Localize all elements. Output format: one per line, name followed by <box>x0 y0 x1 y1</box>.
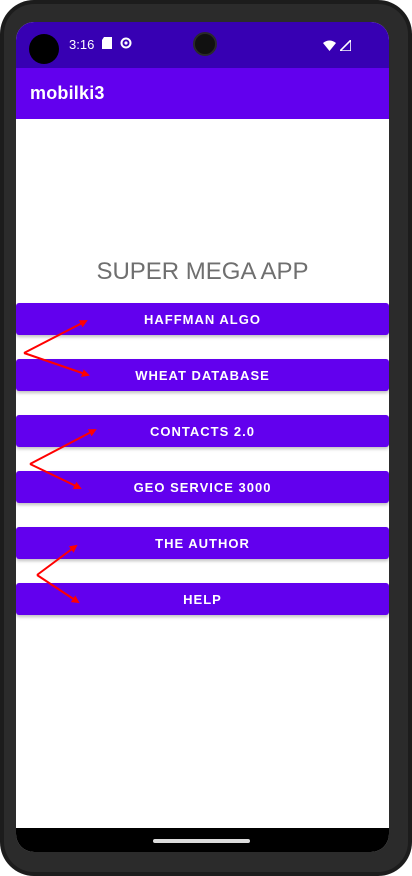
status-right <box>323 38 352 56</box>
help-button[interactable]: HELP <box>16 583 389 615</box>
signal-icon <box>338 38 352 56</box>
wifi-icon <box>323 38 336 56</box>
haffman-algo-button[interactable]: HAFFMAN ALGO <box>16 303 389 335</box>
the-author-button[interactable]: THE AUTHOR <box>16 527 389 559</box>
status-left: 3:16 <box>69 37 132 52</box>
status-time: 3:16 <box>69 37 95 52</box>
wheat-database-button[interactable]: WHEAT DATABASE <box>16 359 389 391</box>
phone-screen: 3:16 mobilki3 SUPER MEGA APP HAFFMAN ALG… <box>16 22 389 852</box>
app-bar: mobilki3 <box>16 68 389 119</box>
contacts-button[interactable]: CONTACTS 2.0 <box>16 415 389 447</box>
device-frame: 3:16 mobilki3 SUPER MEGA APP HAFFMAN ALG… <box>0 0 412 876</box>
front-camera <box>193 32 217 56</box>
navigation-bar <box>16 828 389 852</box>
settings-icon <box>120 37 132 52</box>
camera-cutout <box>29 34 59 64</box>
sd-card-icon <box>102 37 113 52</box>
geo-service-button[interactable]: GEO SERVICE 3000 <box>16 471 389 503</box>
app-title: mobilki3 <box>30 83 105 103</box>
status-bar: 3:16 <box>16 22 389 68</box>
home-indicator[interactable] <box>153 839 250 843</box>
main-content: SUPER MEGA APP HAFFMAN ALGO WHEAT DATABA… <box>16 119 389 828</box>
app-headline: SUPER MEGA APP <box>96 258 309 285</box>
